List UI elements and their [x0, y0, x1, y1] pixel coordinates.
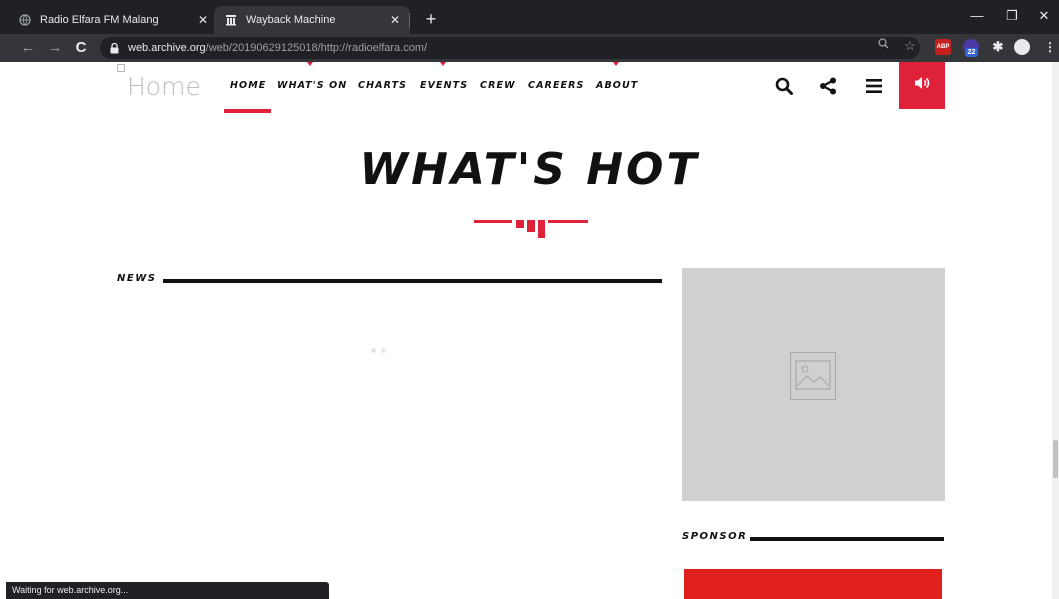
globe-icon — [18, 13, 32, 27]
news-rule — [163, 279, 662, 283]
loading-indicator — [371, 340, 393, 353]
heading-divider — [474, 220, 588, 238]
new-tab-button[interactable]: + — [421, 9, 441, 29]
restore-button[interactable]: ❐ — [997, 5, 1027, 27]
image-placeholder-icon — [790, 352, 836, 400]
menu-icon[interactable] — [862, 74, 886, 98]
sponsor-rule — [750, 537, 944, 541]
nav-indicator — [440, 62, 446, 66]
scrollbar-thumb[interactable] — [1053, 440, 1058, 478]
close-tab-icon[interactable]: ✕ — [194, 11, 212, 29]
address-bar[interactable]: web.archive.org/web/20190629125018/http:… — [100, 37, 920, 59]
browser-tab-strip: Radio Elfara FM Malang ✕ Wayback Machine… — [0, 0, 1059, 34]
close-window-button[interactable]: ✕ — [1029, 5, 1059, 27]
browser-toolbar: ← → C web.archive.org/web/20190629125018… — [0, 34, 1059, 62]
tab-radio-elfara[interactable]: Radio Elfara FM Malang ✕ — [8, 6, 218, 34]
active-nav-underline — [224, 109, 271, 113]
nav-indicator — [307, 62, 313, 66]
nav-charts[interactable]: CHARTS — [358, 80, 407, 91]
profile-avatar[interactable] — [1014, 39, 1030, 55]
bookmark-star-icon[interactable]: ☆ — [902, 38, 918, 54]
ad-placeholder — [682, 268, 945, 501]
tab-wayback-machine[interactable]: Wayback Machine ✕ — [214, 6, 410, 34]
player-toggle-button[interactable] — [899, 62, 945, 109]
tab-separator — [409, 13, 410, 28]
url-path: /web/20190629125018/http://radioelfara.c… — [205, 42, 428, 54]
nav-about[interactable]: ABOUT — [596, 80, 638, 91]
puzzle-extensions-icon[interactable]: ✱ — [990, 39, 1006, 55]
adblock-badge: ABP — [936, 44, 950, 50]
nav-crew[interactable]: CREW — [480, 80, 516, 91]
tab-title: Radio Elfara FM Malang — [40, 14, 159, 26]
news-label: NEWS — [117, 273, 157, 284]
search-icon[interactable] — [772, 74, 796, 98]
status-bar: Waiting for web.archive.org... — [6, 582, 329, 599]
forward-button[interactable]: → — [45, 38, 65, 58]
web-page: Home HOME WHAT'S ON CHARTS EVENTS CREW C… — [0, 62, 1059, 599]
url-host: web.archive.org — [128, 42, 206, 54]
nav-events[interactable]: EVENTS — [420, 80, 468, 91]
sponsor-label: SPONSOR — [682, 531, 748, 542]
share-icon[interactable] — [816, 74, 840, 98]
reload-button[interactable]: C — [71, 38, 91, 58]
volume-icon — [914, 76, 930, 95]
scrollbar-track[interactable] — [1052, 62, 1059, 599]
close-tab-icon[interactable]: ✕ — [386, 11, 404, 29]
section-heading: WHAT'S HOT — [359, 144, 700, 195]
site-logo[interactable]: Home — [127, 72, 201, 101]
nav-home[interactable]: HOME — [230, 80, 266, 91]
archive-icon — [224, 13, 238, 27]
lock-icon — [108, 42, 120, 54]
nav-careers[interactable]: CAREERS — [528, 80, 584, 91]
back-button[interactable]: ← — [18, 38, 38, 58]
url-text: web.archive.org/web/20190629125018/http:… — [128, 42, 427, 54]
badge-count: 22 — [967, 49, 976, 56]
adblock-extension-icon[interactable]: ABP — [935, 39, 951, 55]
minimize-button[interactable]: — — [962, 5, 992, 27]
zoom-icon[interactable] — [875, 38, 891, 54]
nav-whats-on[interactable]: WHAT'S ON — [277, 80, 347, 91]
browser-menu-icon[interactable]: ⋮ — [1042, 39, 1058, 55]
broken-image-icon — [117, 64, 125, 72]
sponsor-banner[interactable] — [684, 569, 942, 599]
nav-indicator — [613, 62, 619, 66]
tab-title: Wayback Machine — [246, 14, 336, 26]
extension-count-badge: 22 — [965, 48, 978, 57]
